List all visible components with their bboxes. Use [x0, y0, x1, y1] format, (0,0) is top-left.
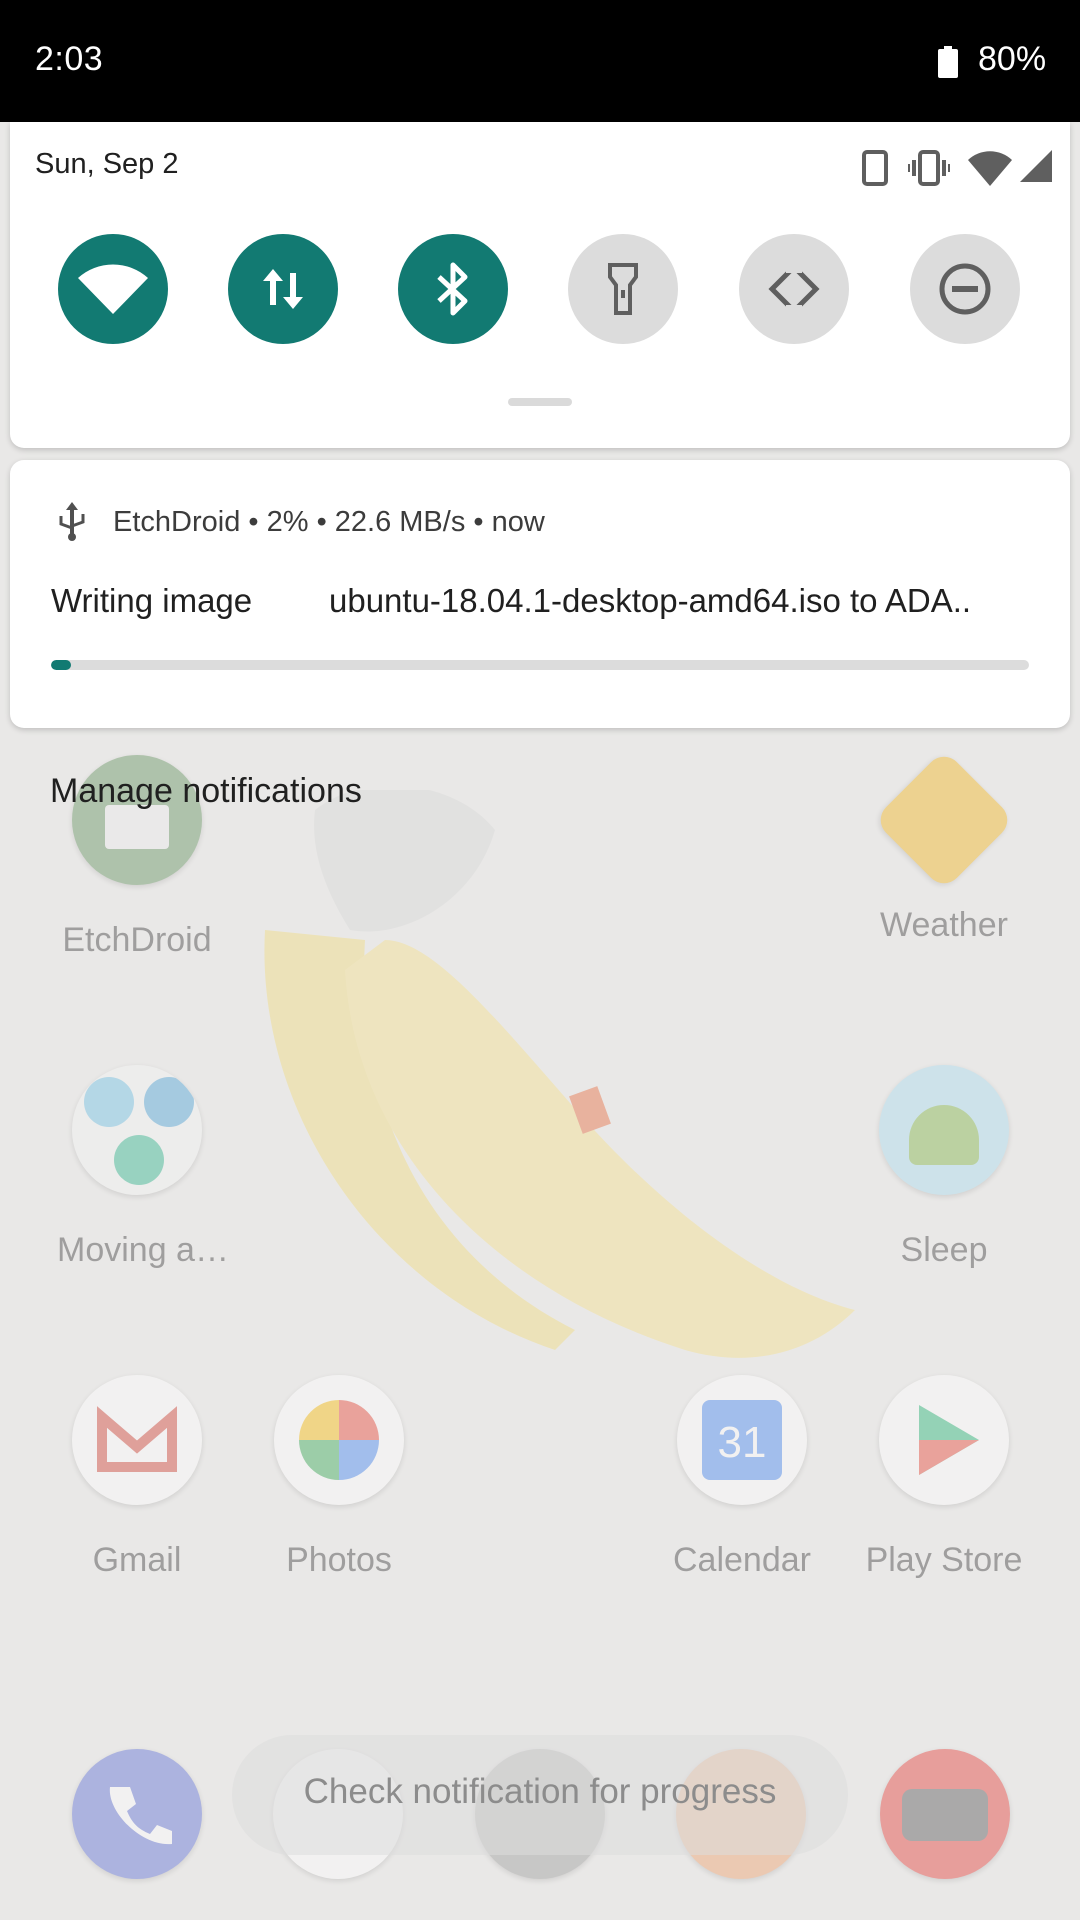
app-label: Calendar: [673, 1541, 811, 1579]
app-label: Play Store: [865, 1541, 1023, 1579]
manage-notifications-button[interactable]: Manage notifications: [50, 772, 362, 811]
wifi-signal-icon: [968, 151, 1012, 186]
notification-progress-bar: [51, 660, 1029, 670]
app-play-store[interactable]: Play Store: [864, 1375, 1024, 1580]
app-label: Gmail: [92, 1541, 182, 1579]
play-store-icon: [879, 1375, 1009, 1505]
app-calendar[interactable]: 31 Calendar: [662, 1375, 822, 1580]
battery-percentage: 80%: [978, 40, 1047, 78]
auto-rotate-tile[interactable]: [739, 234, 849, 344]
calendar-icon: 31: [677, 1375, 807, 1505]
mobile-data-tile[interactable]: [228, 234, 338, 344]
notification-progress-fill: [51, 660, 71, 670]
phone-icon: [862, 150, 888, 186]
app-label: Moving a…: [57, 1231, 229, 1269]
notification-title: Writing image: [51, 582, 253, 619]
wifi-icon: [78, 264, 148, 314]
app-photos[interactable]: Photos: [259, 1375, 419, 1580]
youtube-app-icon[interactable]: [880, 1749, 1010, 1879]
app-label: Sleep: [900, 1231, 988, 1269]
do-not-disturb-tile[interactable]: [910, 234, 1020, 344]
phone-app-icon[interactable]: [72, 1749, 202, 1879]
app-label: Weather: [880, 906, 1008, 944]
notification-text: ubuntu-18.04.1-desktop-amd64.iso to ADA.…: [329, 582, 972, 619]
weather-icon: [873, 749, 1015, 891]
app-label: EtchDroid: [62, 921, 212, 959]
status-time: 2:03: [35, 40, 104, 78]
qs-drag-handle[interactable]: [508, 398, 572, 406]
notification-card[interactable]: EtchDroid • 2% • 22.6 MB/s • now Writing…: [10, 460, 1070, 728]
bluetooth-tile[interactable]: [398, 234, 508, 344]
data-arrows-icon: [263, 269, 303, 309]
bluetooth-icon: [437, 262, 468, 316]
usb-icon: [59, 502, 85, 541]
do-not-disturb-icon: [939, 263, 991, 315]
quick-settings-panel: Sun, Sep 2: [10, 122, 1070, 448]
cell-signal-icon: [1020, 150, 1052, 182]
app-label: Photos: [286, 1541, 392, 1579]
auto-rotate-icon: [768, 261, 820, 317]
folder-icon: [72, 1065, 202, 1195]
app-moving-assistant[interactable]: Moving a…: [57, 1065, 229, 1270]
wifi-tile[interactable]: [58, 234, 168, 344]
calendar-day: 31: [702, 1400, 782, 1480]
photos-icon: [274, 1375, 404, 1505]
qs-date[interactable]: Sun, Sep 2: [35, 148, 179, 181]
banana-wallpaper: [264, 790, 855, 1358]
sleep-icon: [879, 1065, 1009, 1195]
flashlight-tile[interactable]: [568, 234, 678, 344]
app-gmail[interactable]: Gmail: [57, 1375, 217, 1580]
flashlight-icon: [608, 263, 638, 315]
battery-icon: [938, 46, 958, 78]
app-weather[interactable]: Weather: [864, 749, 1024, 945]
notification-header: EtchDroid • 2% • 22.6 MB/s • now: [113, 506, 545, 538]
toast-text: Check notification for progress: [303, 1772, 777, 1811]
gmail-icon: [72, 1375, 202, 1505]
status-bar: 2:03 80%: [0, 0, 1080, 122]
app-sleep[interactable]: Sleep: [864, 1065, 1024, 1270]
vibrate-icon: [908, 150, 950, 186]
